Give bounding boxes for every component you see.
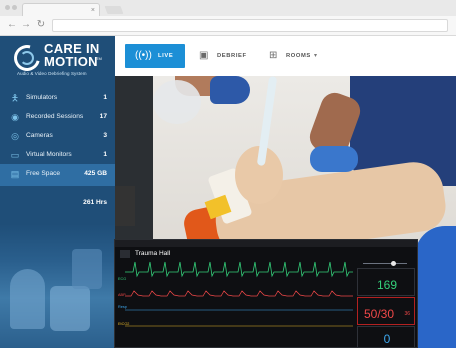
sidebar: CARE IN MOTION TM Audio & Video Debriefi… — [0, 36, 115, 348]
spo2-value: 0 — [383, 332, 391, 346]
video-scene — [153, 80, 201, 124]
heart-rate-box: 169 — [357, 268, 415, 296]
blood-pressure-mean: 36 — [404, 311, 410, 317]
photo-shape — [10, 269, 45, 329]
browser-tabstrip: × — [0, 0, 456, 16]
sidebar-item-count: 3 — [103, 132, 107, 139]
heart-rate-value: 169 — [376, 278, 398, 292]
logo-trademark: TM — [96, 56, 102, 61]
tab-debrief-label: DEBRIEF — [217, 53, 247, 59]
blood-pressure-value: 50/30 — [364, 307, 395, 321]
drive-icon: ▤ — [10, 169, 20, 179]
grid-icon: ⊞ — [269, 50, 278, 61]
logo-text-line2: MOTION — [44, 54, 98, 69]
etco2-label: EtCO2 — [118, 322, 130, 326]
virtual-monitor-window[interactable]: Trauma Hall ECG ABP Resp EtCO2 169 50/30… — [114, 239, 418, 348]
sidebar-item-count: 17 — [99, 113, 107, 120]
recorded-hours: 261 Hrs — [83, 199, 107, 206]
top-nav: ((•)) LIVE ▣ DEBRIEF ⊞ ROOMS ▾ — [115, 36, 456, 76]
sidebar-item-free-space[interactable]: ▤ Free Space 425 GB — [0, 164, 115, 186]
broadcast-icon: ((•)) — [135, 50, 152, 61]
forward-arrow-icon[interactable]: → — [20, 19, 32, 31]
tab-live[interactable]: ((•)) LIVE — [125, 44, 185, 68]
sidebar-item-label: Recorded Sessions — [26, 113, 84, 120]
abp-waveform — [125, 290, 353, 297]
film-icon: ▣ — [199, 50, 209, 61]
slider-track[interactable] — [363, 263, 407, 264]
blood-pressure-box: 50/30 36 — [357, 297, 415, 325]
video-scene — [310, 146, 358, 172]
resp-label: Resp — [118, 305, 127, 309]
sidebar-item-count: 425 GB — [84, 170, 107, 177]
sidebar-item-label: Free Space — [26, 170, 61, 177]
back-arrow-icon[interactable]: ← — [6, 19, 18, 31]
sidebar-item-label: Simulators — [26, 94, 58, 101]
tab-rooms-label: ROOMS — [286, 53, 311, 59]
tab-rooms[interactable]: ⊞ ROOMS ▾ — [269, 44, 329, 68]
logo-mark-inner-icon — [20, 51, 34, 65]
sidebar-background-photo — [0, 224, 115, 348]
window-dot — [5, 5, 10, 10]
browser-tab[interactable]: × — [22, 3, 100, 16]
new-tab-button[interactable] — [104, 6, 124, 14]
sidebar-item-count: 1 — [103, 94, 107, 101]
video-scene — [115, 186, 135, 226]
menu-icon[interactable] — [120, 250, 130, 258]
camera-icon: ◎ — [11, 131, 19, 141]
tab-debrief[interactable]: ▣ DEBRIEF — [199, 44, 259, 68]
waveform-area — [125, 261, 353, 327]
app-window: × ← → ↻ CARE IN MOTION TM Audio & Video … — [0, 0, 456, 348]
slider-knob[interactable] — [391, 261, 396, 266]
spo2-box: 0 — [357, 326, 415, 347]
browser-toolbar: ← → ↻ — [0, 16, 456, 36]
video-scene — [415, 226, 456, 348]
chevron-down-icon[interactable]: ▾ — [314, 52, 317, 59]
video-scene — [210, 76, 250, 104]
ecg-label: ECG — [118, 277, 127, 281]
monitor-titlebar — [115, 240, 417, 247]
ecg-waveform — [125, 261, 353, 278]
play-circle-icon: ◉ — [11, 112, 19, 122]
vitals-panel: 169 50/30 36 0 — [357, 254, 415, 347]
photo-shape — [72, 249, 102, 289]
photo-shape — [50, 286, 90, 331]
monitor-icon: ▭ — [10, 150, 20, 160]
abp-label: ABP — [118, 293, 126, 297]
logo-tagline: Audio & Video Debriefing System — [17, 71, 87, 76]
logo: CARE IN MOTION TM Audio & Video Debriefi… — [0, 36, 115, 86]
reload-icon[interactable]: ↻ — [35, 19, 47, 31]
monitor-case-title: Trauma Hall — [135, 250, 171, 257]
tab-live-label: LIVE — [158, 53, 174, 59]
address-bar[interactable] — [52, 19, 448, 32]
sidebar-item-label: Cameras — [26, 132, 53, 139]
sidebar-item-label: Virtual Monitors — [26, 151, 72, 158]
person-icon: 🯅 — [11, 93, 19, 103]
sidebar-item-count: 1 — [103, 151, 107, 158]
window-dot — [12, 5, 17, 10]
